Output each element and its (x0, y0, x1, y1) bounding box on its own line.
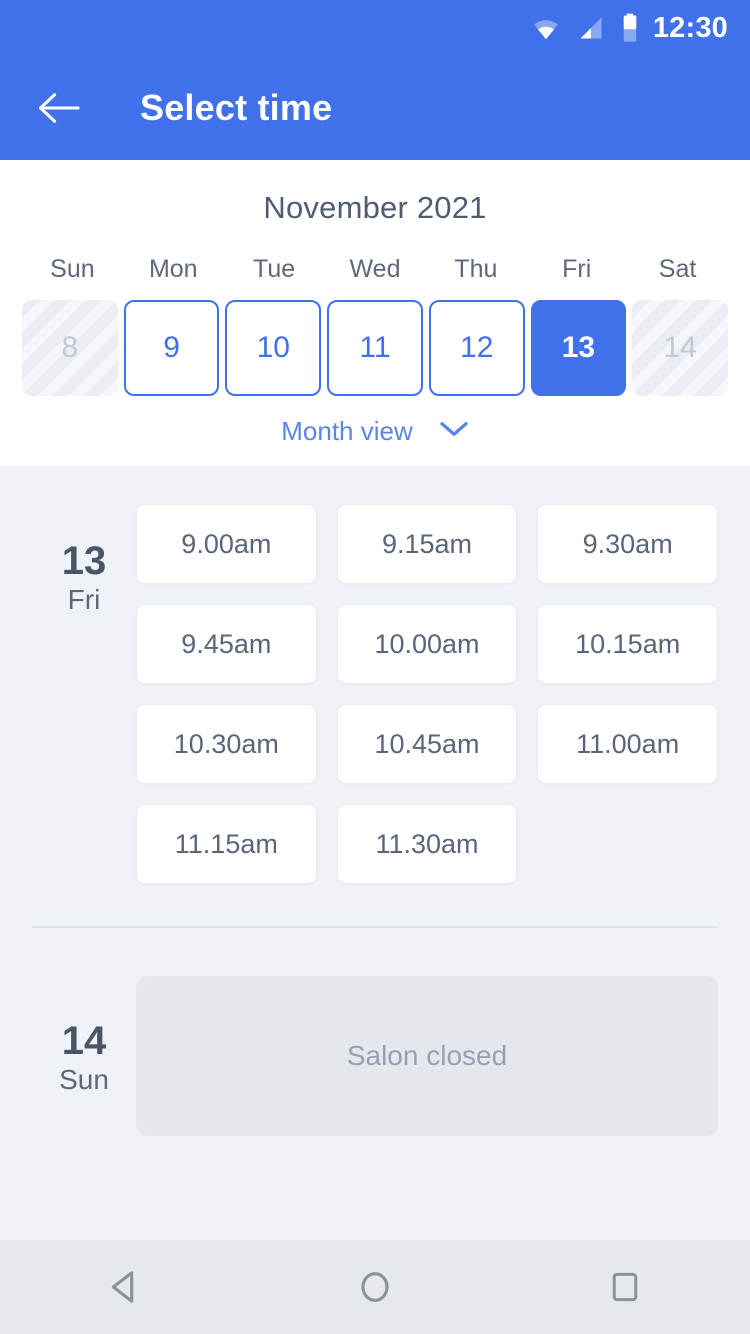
time-slot[interactable]: 9.15am (336, 504, 518, 584)
time-slot[interactable]: 9.45am (136, 604, 317, 684)
day-cell-14: 14 (632, 300, 728, 396)
back-button[interactable] (30, 79, 88, 137)
weekday-header-row: Sun Mon Tue Wed Thu Fri Sat (0, 257, 750, 282)
day-number: 13 (61, 539, 107, 583)
day-label-14: 14 Sun (32, 976, 136, 1136)
nav-recents-button[interactable] (570, 1240, 680, 1334)
slots-area: 13 Fri 9.00am 9.15am 9.30am 9.45am 10.00… (0, 466, 750, 1240)
nav-back-button[interactable] (70, 1240, 180, 1334)
page-title: Select time (140, 87, 333, 128)
time-slot[interactable]: 9.00am (136, 504, 317, 584)
weekday-label: Tue (253, 255, 296, 283)
nav-home-icon (361, 1272, 389, 1302)
week-days-row: 8 9 10 11 12 13 14 (0, 300, 750, 396)
day-group-14: 14 Sun Salon closed (0, 928, 750, 1136)
battery-icon (621, 13, 639, 43)
day-number: 14 (61, 1019, 107, 1063)
day-cell-8: 8 (22, 300, 118, 396)
time-slot[interactable]: 10.45am (336, 704, 518, 784)
nav-back-icon (111, 1271, 134, 1303)
day-group-13: 13 Fri 9.00am 9.15am 9.30am 9.45am 10.00… (0, 466, 750, 884)
day-cell-11[interactable]: 11 (327, 300, 423, 396)
weekday-label: Wed (349, 255, 401, 283)
time-slot[interactable]: 9.30am (537, 504, 718, 584)
signal-icon (577, 14, 605, 42)
day-name: Sun (59, 1064, 109, 1095)
month-view-toggle[interactable]: Month view (0, 418, 750, 444)
time-slot[interactable]: 10.15am (537, 604, 718, 684)
time-slot[interactable]: 10.30am (136, 704, 317, 784)
time-slot[interactable]: 10.00am (336, 604, 518, 684)
salon-closed-panel: Salon closed (136, 976, 718, 1136)
status-icons (531, 13, 639, 43)
app-bar: Select time (0, 56, 750, 160)
time-slot[interactable]: 11.00am (537, 704, 718, 784)
day-name: Fri (67, 584, 101, 615)
weekday-label: Sat (658, 255, 697, 283)
time-slot-grid: 9.00am 9.15am 9.30am 9.45am 10.00am 10.1… (136, 504, 718, 884)
calendar-card: November 2021 Sun Mon Tue Wed Thu Fri Sa… (0, 160, 750, 466)
day-cell-13-selected[interactable]: 13 (530, 300, 627, 396)
month-title: November 2021 (263, 190, 487, 225)
month-view-label: Month view (281, 416, 413, 446)
weekday-label: Fri (562, 255, 592, 283)
android-nav-bar (0, 1240, 750, 1334)
select-time-screen: 12:30 Select time November 2021 Sun Mon … (0, 0, 750, 1334)
day-cell-9[interactable]: 9 (123, 300, 220, 396)
chevron-down-icon (439, 420, 469, 443)
day-cell-10[interactable]: 10 (225, 300, 322, 396)
day-label-13: 13 Fri (32, 504, 136, 884)
day-cell-12[interactable]: 12 (428, 300, 525, 396)
nav-home-button[interactable] (320, 1240, 430, 1334)
status-time: 12:30 (652, 11, 728, 44)
time-slot[interactable]: 11.30am (336, 804, 518, 884)
weekday-label: Thu (454, 255, 498, 283)
status-bar: 12:30 (0, 0, 750, 56)
wifi-icon (531, 13, 561, 43)
weekday-label: Sun (50, 255, 95, 283)
weekday-label: Mon (148, 255, 198, 283)
arrow-left-icon (38, 93, 80, 123)
time-slot[interactable]: 11.15am (136, 804, 317, 884)
nav-recents-icon (612, 1272, 638, 1302)
